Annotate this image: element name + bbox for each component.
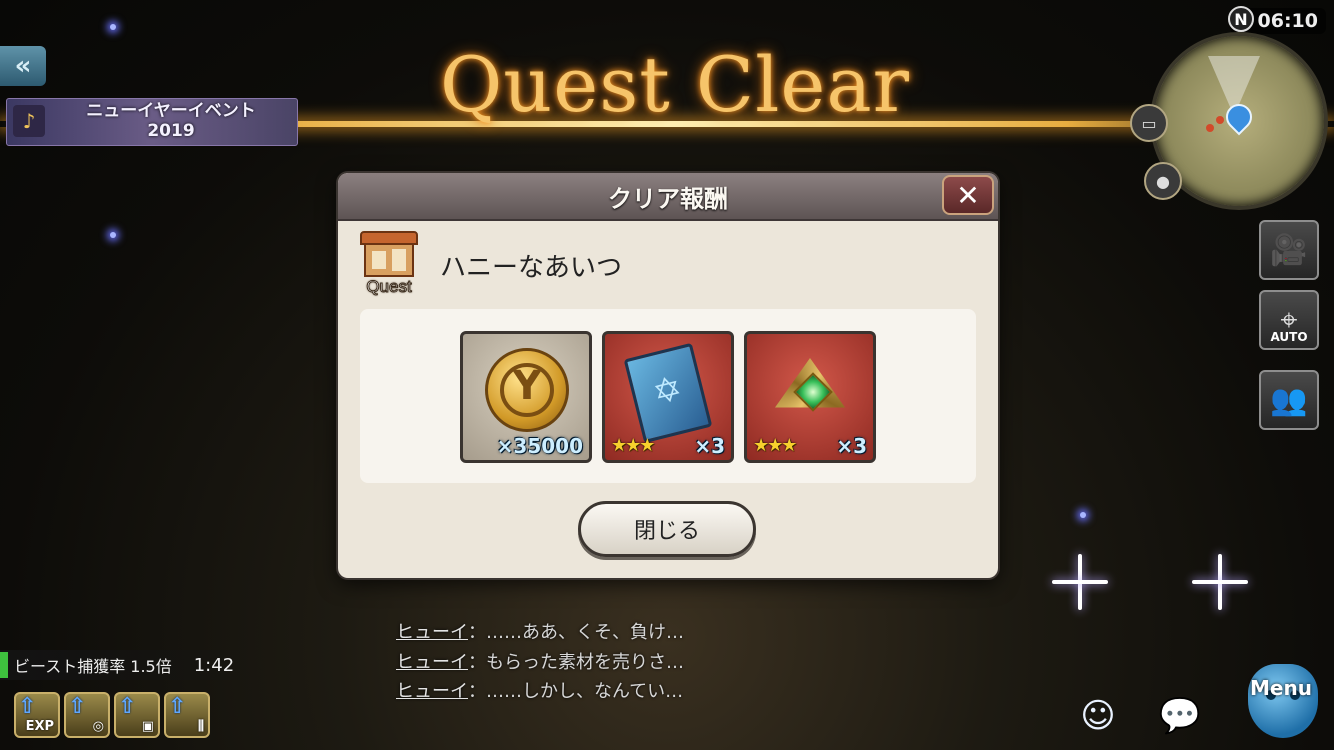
clock: N 06:10 [1228,6,1326,34]
quest-icon-label: Quest [366,277,412,297]
item-boost-button[interactable]: ⇧ ▣ [114,692,160,738]
video-camera-icon: 🎥 [1270,232,1308,268]
status-indicator [0,652,8,678]
quest-clear-title: Quest Clear [440,40,911,129]
chat-separator: ： [468,652,486,673]
companion-icon: ● [1156,171,1170,191]
auto-label: AUTO [1270,330,1308,344]
sparkle-large [1050,552,1110,612]
dialog-title: クリア報酬 [338,173,998,221]
arrow-up-icon: ⇧ [168,694,187,719]
emote-button[interactable]: ☺ [1070,690,1126,742]
smiley-icon: ☺ [1080,696,1116,736]
chat-text: ……ああ、くそ、負け… [486,622,684,643]
reward-quantity: ×35000 [496,434,583,458]
chat-speaker[interactable]: ヒューイ [396,622,468,643]
event-title-line2: 2019 [147,121,195,141]
reward-item-tome[interactable]: ★★★ ×3 [602,331,734,463]
chat-speaker[interactable]: ヒューイ [396,681,468,702]
sparkle [110,24,116,30]
chat-separator: ： [468,622,486,643]
drop-up-icon: ⫼ [198,719,204,734]
reward-list: ×35000 ★★★ ×3 ★★★ ×3 [360,309,976,483]
exp-boost-button[interactable]: ⇧ EXP [14,692,60,738]
exp-label: EXP [25,719,54,734]
gil-boost-button[interactable]: ⇧ ◎ [64,692,110,738]
chat-text: もらった素材を売りさ… [486,652,684,673]
map-marker [1206,124,1214,132]
event-banner[interactable]: ♪ ニューイヤーイベント 2019 [6,98,298,146]
gil-up-icon: ◎ [92,719,104,734]
reward-dialog: クリア報酬 ✕ Quest ハニーなあいつ ×35000 ★★★ ×3 ★★★ … [338,173,998,578]
menu-button[interactable]: Menu [1230,658,1330,750]
gil-coin-icon [485,348,569,432]
event-title-line1: ニューイヤーイベント [86,101,256,121]
chat-separator: ： [468,681,486,702]
chat-bubble-icon: 💬 [1158,696,1202,736]
party-button[interactable]: 👥 [1259,370,1319,430]
chat-line: ヒューイ：……ああ、くそ、負け… [396,618,684,644]
horn-icon: ♪ [13,105,45,137]
chat-speaker[interactable]: ヒューイ [396,652,468,673]
sparkle-large [1190,552,1250,612]
compass-north-icon: N [1228,6,1254,32]
back-button[interactable]: « [0,46,46,86]
arrow-up-icon: ⇧ [68,694,87,719]
quest-icon-board [364,243,414,277]
sparkle [110,232,116,238]
dialog-close-button[interactable]: ✕ [942,175,994,215]
sparkle [1080,512,1086,518]
event-title: ニューイヤーイベント 2019 [51,101,291,141]
quest-icon: Quest [356,231,422,297]
green-gem-crest-icon [769,352,855,432]
group-icon: 👥 [1270,382,1308,418]
capture-rate-status: ビースト捕獲率 1.5倍 1:42 [0,650,240,680]
map-toggle-button[interactable]: ▭ [1130,104,1168,142]
quest-name: ハニーなあいつ [440,253,623,283]
reward-rarity-stars: ★★★ [611,435,655,456]
double-chevron-left-icon: « [14,51,32,81]
reward-item-gil[interactable]: ×35000 [460,331,592,463]
capture-rate-label: ビースト捕獲率 1.5倍 [14,657,172,676]
close-icon: ✕ [956,178,980,212]
camera-button[interactable]: 🎥 [1259,220,1319,280]
drop-boost-button[interactable]: ⇧ ⫼ [164,692,210,738]
clock-time: 06:10 [1257,10,1318,32]
auto-button[interactable]: ⌖ AUTO [1259,290,1319,350]
arrow-up-icon: ⇧ [118,694,137,719]
reward-quantity: ×3 [694,434,725,458]
chat-text: ……しかし、なんてい… [486,681,684,702]
reward-quantity: ×3 [836,434,867,458]
chat-button[interactable]: 💬 [1152,690,1208,742]
arrow-up-icon: ⇧ [18,694,37,719]
menu-label: Menu [1250,676,1312,700]
blue-tome-icon [623,342,713,444]
chat-line: ヒューイ：……しかし、なんてい… [396,677,683,703]
map-marker [1216,116,1224,124]
map-icon: ▭ [1141,113,1157,133]
companion-button[interactable]: ● [1144,162,1182,200]
chat-line: ヒューイ：もらった素材を売りさ… [396,648,684,674]
close-button[interactable]: 閉じる [578,501,756,557]
item-up-icon: ▣ [141,719,154,734]
capture-rate-timer: 1:42 [193,654,235,676]
reward-item-crest[interactable]: ★★★ ×3 [744,331,876,463]
reward-rarity-stars: ★★★ [753,435,797,456]
